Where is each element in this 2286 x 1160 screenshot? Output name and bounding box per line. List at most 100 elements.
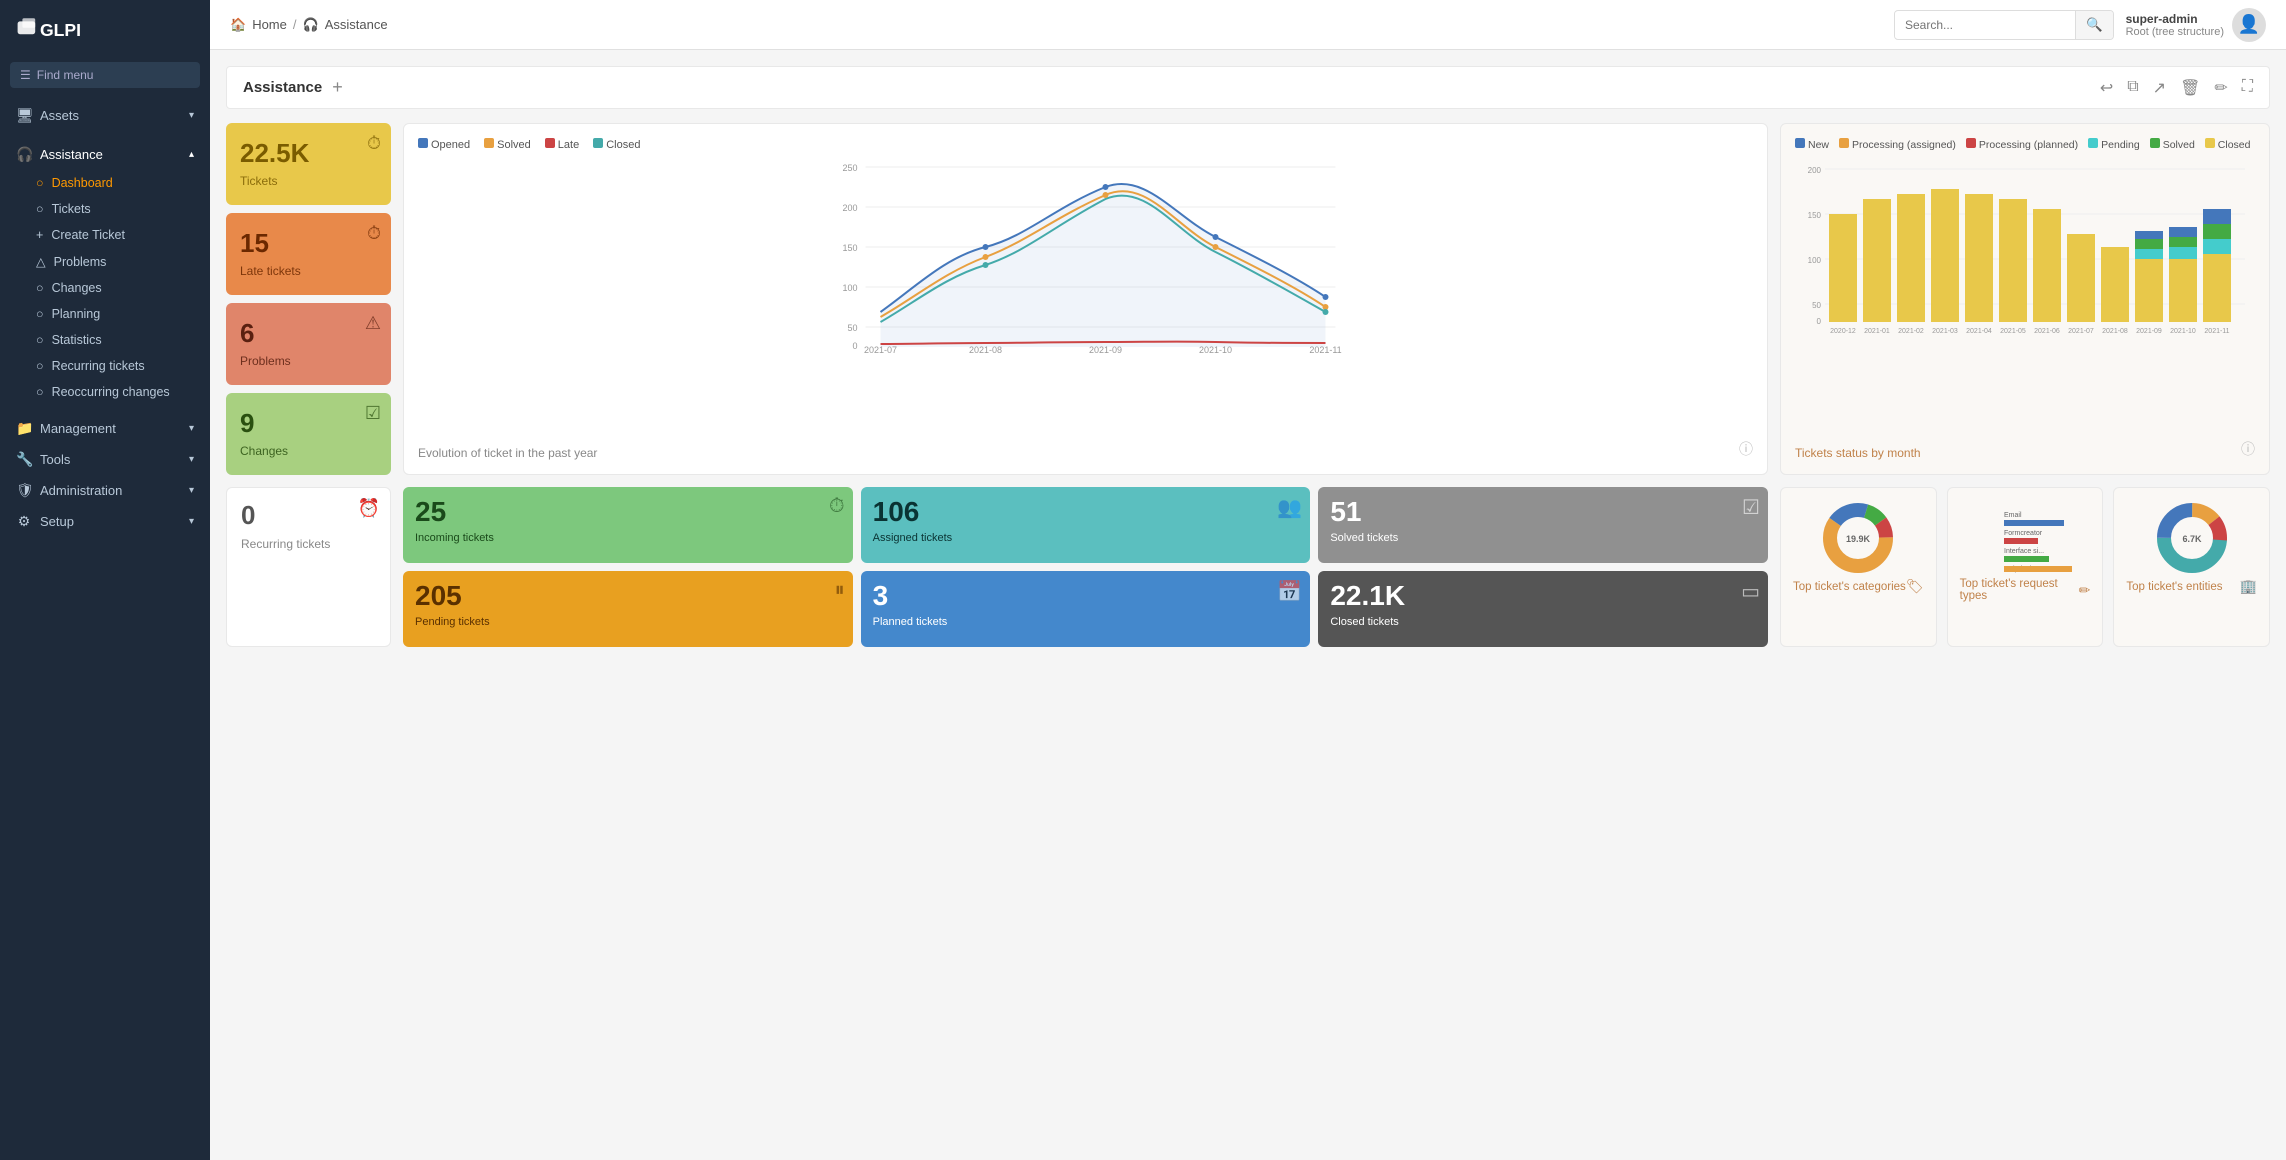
- tickets-dot-icon: ○: [36, 202, 44, 216]
- stat-card-problems[interactable]: ⚠ 6 Problems: [226, 303, 391, 385]
- delete-icon[interactable]: 🗑: [2180, 78, 2200, 98]
- dashboard-dot-icon: ○: [36, 176, 44, 190]
- sidebar-item-planning[interactable]: ○ Planning: [10, 301, 210, 327]
- sidebar-item-tools[interactable]: 🔧 Tools ▾: [0, 444, 210, 475]
- svg-text:2021-03: 2021-03: [1932, 328, 1958, 335]
- ts-assigned[interactable]: 👥 106 Assigned tickets: [861, 487, 1311, 563]
- ts-solved[interactable]: ☑ 51 Solved tickets: [1318, 487, 1768, 563]
- sidebar-item-management[interactable]: 📁 Management ▾: [0, 413, 210, 444]
- share-icon[interactable]: ↗: [2153, 78, 2166, 98]
- find-menu-icon: ☰: [20, 68, 31, 82]
- pending-label: Pending tickets: [415, 616, 841, 628]
- bar-chart-info-icon: ⓘ: [2241, 439, 2255, 459]
- stat-card-changes[interactable]: ☑ 9 Changes: [226, 393, 391, 475]
- page-header-left: Assistance +: [243, 77, 343, 98]
- closed-icon: ▭: [1741, 579, 1760, 604]
- svg-text:250: 250: [842, 163, 857, 173]
- svg-text:200: 200: [1808, 166, 1822, 175]
- incoming-count: 25: [415, 497, 841, 528]
- panel-entities-title: Top ticket's entities 🏢: [2126, 578, 2257, 595]
- recurring-clock-icon: ⏰: [358, 498, 380, 519]
- fullscreen-icon[interactable]: ⛶: [2242, 78, 2253, 98]
- categories-icon[interactable]: 🏷: [1906, 578, 1924, 595]
- management-arrow-icon: ▾: [189, 423, 194, 434]
- recurring-tickets-icon: ○: [36, 359, 44, 373]
- line-chart-legend: Opened Solved Late Closed: [418, 138, 1753, 151]
- ts-pending[interactable]: ⏸ 205 Pending tickets: [403, 571, 853, 647]
- ts-incoming[interactable]: ⏱ 25 Incoming tickets: [403, 487, 853, 563]
- sidebar-item-changes[interactable]: ○ Changes: [10, 275, 210, 301]
- user-name: super-admin: [2126, 12, 2224, 26]
- request-types-edit-icon[interactable]: ✏: [2079, 582, 2091, 599]
- nav-assets: 🖥 Assets ▾: [0, 96, 210, 135]
- stat-card-late-tickets[interactable]: ⏱ 15 Late tickets: [226, 213, 391, 295]
- search-button[interactable]: 🔍: [2075, 11, 2113, 39]
- bar-legend-pending: Pending: [2088, 138, 2140, 151]
- dashboard-bottom-row: ⏰ 0 Recurring tickets ⏱ 25 Incoming tick…: [226, 487, 2270, 647]
- undo-icon[interactable]: ↩: [2100, 78, 2113, 98]
- bar-chart: 200 150 100 50 0 2020-12 2021-01: [1795, 159, 2255, 438]
- breadcrumb-home[interactable]: Home: [252, 17, 287, 32]
- solved-count: 51: [1330, 497, 1756, 528]
- sidebar-item-dashboard[interactable]: ○ Dashboard: [10, 170, 210, 196]
- assigned-label: Assigned tickets: [873, 532, 1299, 544]
- sidebar-recurring-tickets-label: Recurring tickets: [52, 359, 145, 373]
- sidebar-item-tickets[interactable]: ○ Tickets: [10, 196, 210, 222]
- problems-label: Problems: [240, 354, 377, 368]
- assistance-icon: 🎧: [16, 146, 32, 163]
- svg-text:100: 100: [842, 283, 857, 293]
- panel-categories: 19.9K Top ticket's categories 🏷: [1780, 487, 1937, 647]
- sidebar-item-statistics[interactable]: ○ Statistics: [10, 327, 210, 353]
- changes-count: 9: [240, 409, 377, 438]
- find-menu-button[interactable]: ☰ Find menu: [10, 62, 200, 88]
- incoming-icon: ⏱: [829, 495, 845, 518]
- sidebar-item-administration[interactable]: 🛡 Administration ▾: [0, 475, 210, 506]
- add-tab-button[interactable]: +: [332, 77, 343, 98]
- bar-legend-assigned: Processing (assigned): [1839, 138, 1956, 151]
- panel-request-types-title: Top ticket's request types ✏: [1960, 578, 2091, 602]
- sidebar-item-recurring-tickets[interactable]: ○ Recurring tickets: [10, 353, 210, 379]
- problems-icon: △: [36, 254, 46, 269]
- svg-text:2020-12: 2020-12: [1830, 328, 1856, 335]
- edit-icon[interactable]: ✏: [2214, 78, 2227, 98]
- sidebar-reoccurring-changes-label: Reoccurring changes: [52, 385, 170, 399]
- sidebar-item-assets-label: Assets: [40, 108, 79, 123]
- page-header: Assistance + ↩ ⧉ ↗ 🗑 ✏ ⛶: [226, 66, 2270, 109]
- assets-icon: 🖥: [16, 107, 32, 124]
- page-content: Assistance + ↩ ⧉ ↗ 🗑 ✏ ⛶ ⏱ 22.5K Tickets: [210, 50, 2286, 1160]
- svg-text:150: 150: [842, 243, 857, 253]
- setup-arrow-icon: ▾: [189, 516, 194, 527]
- recurring-tickets-card[interactable]: ⏰ 0 Recurring tickets: [226, 487, 391, 647]
- sidebar-item-create-ticket[interactable]: + Create Ticket: [10, 222, 210, 248]
- ts-planned[interactable]: 📅 3 Planned tickets: [861, 571, 1311, 647]
- bar-legend-new: New: [1795, 138, 1829, 151]
- sidebar-item-assets[interactable]: 🖥 Assets ▾: [0, 100, 210, 131]
- pending-count: 205: [415, 581, 841, 612]
- assigned-count: 106: [873, 497, 1299, 528]
- breadcrumb-current: Assistance: [325, 17, 388, 32]
- search-input[interactable]: [1895, 12, 2075, 38]
- reoccurring-changes-icon: ○: [36, 385, 44, 399]
- solved-label: Solved tickets: [1330, 532, 1756, 544]
- sidebar-item-problems[interactable]: △ Problems: [10, 248, 210, 275]
- ts-closed[interactable]: ▭ 22.1K Closed tickets: [1318, 571, 1768, 647]
- user-info: super-admin Root (tree structure) 👤: [2126, 8, 2266, 42]
- sidebar-item-setup[interactable]: ⚙ Setup ▾: [0, 506, 210, 537]
- sidebar-item-reoccurring-changes[interactable]: ○ Reoccurring changes: [10, 379, 210, 405]
- entities-icon[interactable]: 🏢: [2240, 578, 2257, 595]
- recurring-label: Recurring tickets: [241, 537, 376, 551]
- stat-card-tickets[interactable]: ⏱ 22.5K Tickets: [226, 123, 391, 205]
- planned-count: 3: [873, 581, 1299, 612]
- search-box: 🔍: [1894, 10, 2114, 40]
- tickets-count: 22.5K: [240, 139, 377, 168]
- svg-text:150: 150: [1808, 211, 1822, 220]
- page-header-actions: ↩ ⧉ ↗ 🗑 ✏ ⛶: [2100, 78, 2253, 98]
- assigned-icon: 👥: [1277, 495, 1302, 520]
- duplicate-icon[interactable]: ⧉: [2127, 78, 2138, 98]
- breadcrumb: 🏠 Home / 🎧 Assistance: [230, 17, 1894, 33]
- sidebar-item-assistance[interactable]: 🎧 Assistance ▴: [0, 139, 210, 170]
- svg-text:0: 0: [852, 341, 857, 351]
- svg-text:GLPI: GLPI: [40, 20, 81, 40]
- sidebar-management-label: Management: [40, 421, 116, 436]
- sidebar-planning-label: Planning: [52, 307, 101, 321]
